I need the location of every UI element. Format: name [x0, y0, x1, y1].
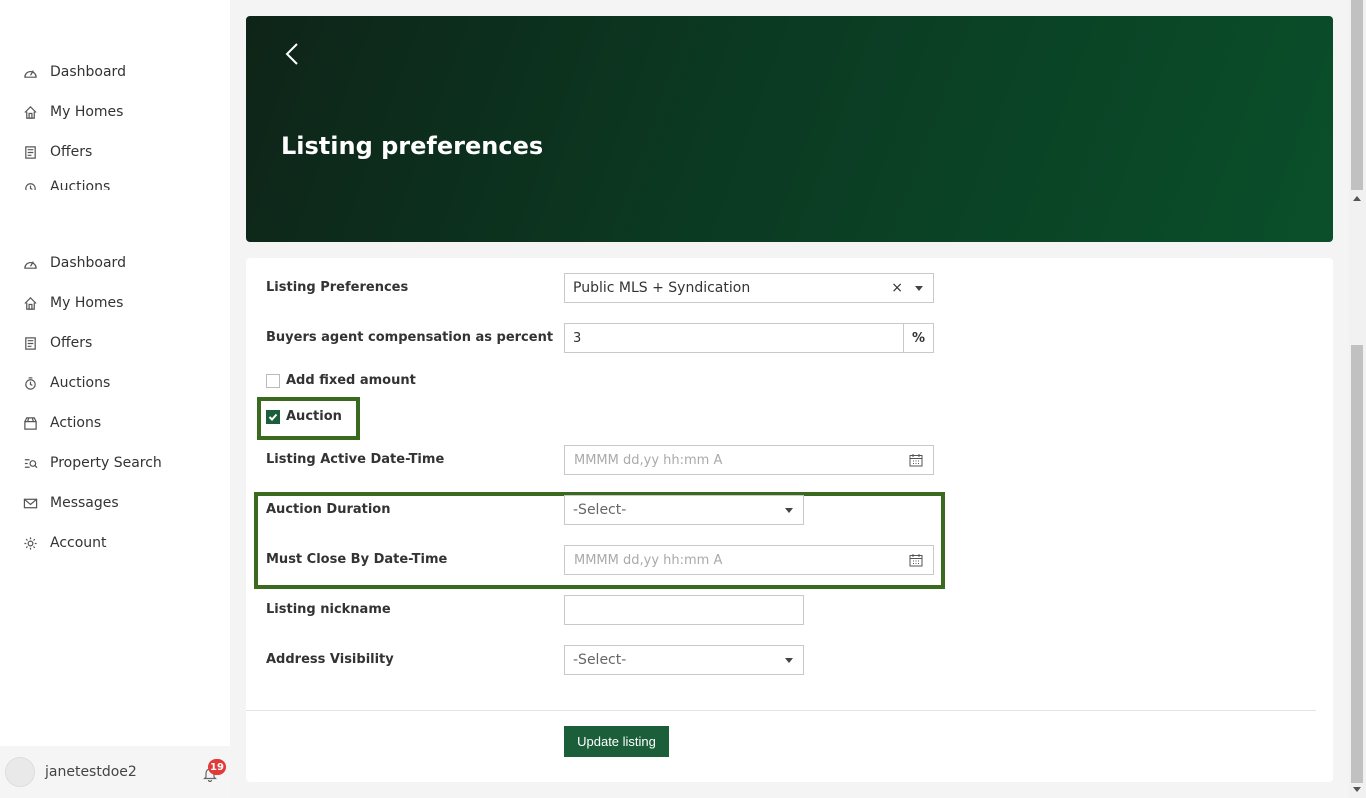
- sidebar-item-label: Property Search: [50, 455, 162, 471]
- calendar-icon[interactable]: [909, 453, 923, 467]
- must-close-placeholder: MMMM dd,yy hh:mm A: [574, 552, 723, 568]
- sidebar-item-label: Offers: [50, 144, 93, 160]
- update-listing-button[interactable]: Update listing: [564, 726, 669, 757]
- listing-preferences-label: Listing Preferences: [266, 280, 409, 295]
- add-fixed-amount-label: Add fixed amount: [286, 373, 416, 388]
- auction-label: Auction: [286, 409, 342, 424]
- compensation-input[interactable]: 3 %: [564, 323, 934, 353]
- checkbox-box[interactable]: [266, 409, 280, 424]
- page-title: Listing preferences: [281, 132, 544, 160]
- avatar[interactable]: [5, 757, 35, 787]
- sidebar-item-label: Auctions: [50, 180, 111, 190]
- sidebar-item-account[interactable]: Account: [22, 531, 107, 555]
- notification-badge: 19: [208, 759, 226, 775]
- sidebar-item-property-search[interactable]: Property Search: [22, 451, 162, 475]
- dashboard-icon: [22, 255, 38, 271]
- sidebar-item-auctions[interactable]: Auctions: [22, 371, 110, 395]
- compensation-label: Buyers agent compensation as percent: [266, 330, 554, 345]
- chevron-down-icon: [785, 508, 793, 513]
- sidebar: Dashboard My Homes Offers Auctions Dashb…: [0, 0, 230, 798]
- must-close-datetime-input[interactable]: MMMM dd,yy hh:mm A: [564, 545, 934, 575]
- auctions-icon: [22, 375, 38, 391]
- scroll-down-icon[interactable]: [1353, 787, 1361, 792]
- home-icon: [22, 104, 38, 120]
- chevron-down-icon: [915, 286, 923, 291]
- sidebar-clipped-row: Auctions: [0, 180, 230, 190]
- sidebar-item-dashboard[interactable]: Dashboard: [22, 251, 126, 275]
- sidebar-item-label: Dashboard: [50, 64, 126, 80]
- sidebar-item-dashboard-top[interactable]: Dashboard: [22, 60, 126, 84]
- must-close-label: Must Close By Date-Time: [266, 552, 448, 567]
- checkbox-box[interactable]: [266, 373, 280, 388]
- scrollbar[interactable]: [1349, 0, 1366, 798]
- mail-icon: [22, 495, 38, 511]
- scrollbar-thumb-upper[interactable]: [1351, 0, 1363, 190]
- scrollbar-thumb[interactable]: [1351, 345, 1363, 783]
- sidebar-item-auctions-top[interactable]: Auctions: [22, 180, 110, 190]
- percent-addon: %: [903, 324, 933, 352]
- form-divider: [246, 710, 1316, 711]
- actions-icon: [22, 415, 38, 431]
- check-icon: [268, 413, 278, 421]
- auction-duration-label: Auction Duration: [266, 502, 391, 517]
- sidebar-item-offers-top[interactable]: Offers: [22, 140, 92, 164]
- gear-icon: [22, 535, 38, 551]
- auction-checkbox[interactable]: Auction: [266, 409, 342, 424]
- scroll-up-icon[interactable]: [1353, 196, 1361, 201]
- chevron-left-icon: [285, 43, 298, 65]
- home-icon: [22, 295, 38, 311]
- sidebar-item-label: Offers: [50, 335, 93, 351]
- listing-preferences-value: Public MLS + Syndication: [573, 280, 751, 296]
- address-visibility-value: -Select-: [573, 652, 627, 668]
- search-icon: [22, 455, 38, 471]
- listing-active-placeholder: MMMM dd,yy hh:mm A: [574, 452, 723, 468]
- clear-icon[interactable]: ×: [891, 280, 903, 296]
- sidebar-item-label: Actions: [50, 415, 102, 431]
- auction-duration-value: -Select-: [573, 502, 627, 518]
- back-button[interactable]: [282, 40, 302, 68]
- sidebar-item-label: Dashboard: [50, 255, 126, 271]
- calendar-icon[interactable]: [909, 553, 923, 567]
- address-visibility-select[interactable]: -Select-: [564, 645, 804, 675]
- listing-active-label: Listing Active Date-Time: [266, 452, 445, 467]
- sidebar-item-label: Messages: [50, 495, 119, 511]
- header-banner: [246, 16, 1333, 242]
- sidebar-item-label: Account: [50, 535, 107, 551]
- nickname-input[interactable]: [564, 595, 804, 625]
- compensation-value: 3: [573, 330, 582, 346]
- add-fixed-amount-checkbox[interactable]: Add fixed amount: [266, 373, 416, 388]
- sidebar-item-label: My Homes: [50, 104, 124, 120]
- auctions-icon: [22, 180, 38, 190]
- nickname-label: Listing nickname: [266, 602, 391, 617]
- sidebar-item-actions[interactable]: Actions: [22, 411, 101, 435]
- listing-active-datetime-input[interactable]: MMMM dd,yy hh:mm A: [564, 445, 934, 475]
- auction-duration-select[interactable]: -Select-: [564, 495, 804, 525]
- chevron-down-icon: [785, 658, 793, 663]
- sidebar-item-offers[interactable]: Offers: [22, 331, 92, 355]
- sidebar-item-my-homes-top[interactable]: My Homes: [22, 100, 123, 124]
- dashboard-icon: [22, 64, 38, 80]
- sidebar-item-label: Auctions: [50, 375, 111, 391]
- username: janetestdoe2: [45, 764, 137, 780]
- sidebar-item-my-homes[interactable]: My Homes: [22, 291, 123, 315]
- sidebar-item-label: My Homes: [50, 295, 124, 311]
- listing-preferences-select[interactable]: Public MLS + Syndication ×: [564, 273, 934, 303]
- address-visibility-label: Address Visibility: [266, 652, 394, 667]
- offers-icon: [22, 144, 38, 160]
- offers-icon: [22, 335, 38, 351]
- sidebar-item-messages[interactable]: Messages: [22, 491, 119, 515]
- user-bar: janetestdoe2: [0, 746, 230, 798]
